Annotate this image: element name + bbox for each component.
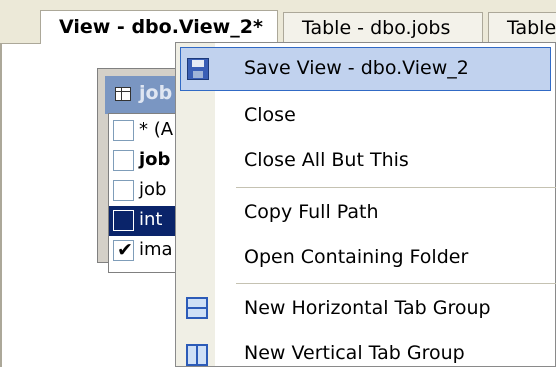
column-checkbox[interactable]	[113, 180, 134, 201]
menu-separator	[236, 187, 556, 188]
column-checkbox[interactable]	[113, 120, 134, 141]
document-window: Table Table - dbo.jobs View - dbo.View_2…	[0, 0, 556, 367]
column-label: * (A	[139, 119, 174, 140]
checkmark-icon: ✔	[117, 239, 133, 261]
menu-item-label: Copy Full Path	[244, 201, 379, 223]
tab-context-menu: Save View - dbo.View_2 Close Close All B…	[175, 42, 556, 367]
column-label: ima	[139, 239, 173, 260]
tab-label: Table	[507, 17, 556, 39]
tab-table-dbo-jobs[interactable]: Table - dbo.jobs	[283, 12, 483, 43]
horizontal-tab-group-icon	[186, 297, 208, 319]
menu-item-label: New Vertical Tab Group	[244, 342, 465, 364]
menu-item-label: Save View - dbo.View_2	[244, 57, 469, 79]
menu-item-new-horizontal-tab-group[interactable]: New Horizontal Tab Group	[176, 287, 556, 331]
table-window-title: job	[139, 82, 173, 104]
vertical-tab-group-icon	[186, 344, 208, 366]
tab-label: Table - dbo.jobs	[302, 17, 451, 39]
tab-table-partial[interactable]: Table	[488, 12, 556, 43]
column-checkbox[interactable]	[113, 210, 134, 231]
menu-item-copy-full-path[interactable]: Copy Full Path	[176, 191, 556, 235]
menu-item-new-vertical-tab-group[interactable]: New Vertical Tab Group	[176, 332, 556, 367]
menu-item-label: Close All But This	[244, 149, 409, 171]
menu-item-open-containing-folder[interactable]: Open Containing Folder	[176, 236, 556, 280]
column-label: int	[139, 209, 163, 230]
table-icon	[115, 87, 131, 101]
column-checkbox[interactable]	[113, 150, 134, 171]
column-checkbox-checked[interactable]: ✔	[113, 239, 134, 261]
tab-label: View - dbo.View_2*	[59, 16, 263, 38]
tab-strip: Table Table - dbo.jobs View - dbo.View_2…	[0, 0, 556, 44]
column-label: job	[139, 179, 167, 200]
column-label: job	[139, 149, 171, 170]
menu-item-label: New Horizontal Tab Group	[244, 297, 491, 319]
menu-item-save-view[interactable]: Save View - dbo.View_2	[180, 47, 551, 91]
menu-separator	[236, 283, 556, 284]
menu-item-close-all-but-this[interactable]: Close All But This	[176, 139, 556, 183]
save-icon	[187, 58, 209, 80]
pane-border	[0, 44, 2, 367]
menu-item-close[interactable]: Close	[176, 94, 556, 138]
menu-item-label: Close	[244, 104, 296, 126]
tab-view-dbo-view2[interactable]: View - dbo.View_2*	[40, 10, 278, 44]
menu-item-label: Open Containing Folder	[244, 246, 469, 268]
